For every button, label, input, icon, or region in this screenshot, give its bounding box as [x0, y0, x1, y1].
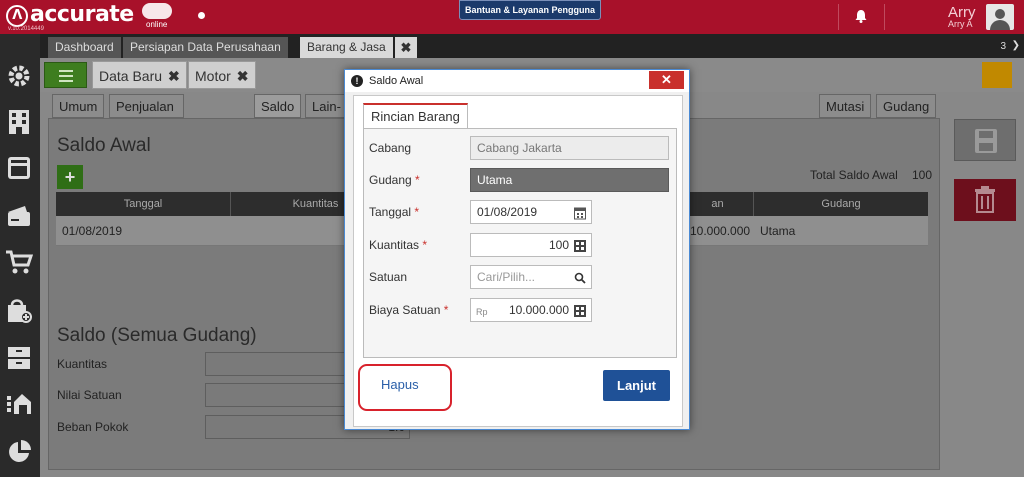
satuan-placeholder: Cari/Pilih...: [477, 270, 536, 284]
column-header-gudang: Gudang: [821, 198, 861, 210]
dialog-title: Saldo Awal: [369, 75, 424, 87]
chevron-right-icon[interactable]: ❯: [1012, 40, 1020, 51]
close-button[interactable]: ✕: [649, 71, 684, 89]
avatar[interactable]: [986, 4, 1014, 30]
logo-mark-icon: Λ: [6, 5, 28, 27]
building-icon[interactable]: [5, 108, 33, 136]
tab-close-button[interactable]: ✖: [395, 37, 417, 58]
column-header-harga: an: [682, 192, 754, 216]
tab-count: 3: [1000, 41, 1006, 52]
lanjut-button[interactable]: Lanjut: [603, 370, 670, 401]
required-mark: *: [415, 173, 420, 187]
tab-umum[interactable]: Umum: [52, 94, 105, 118]
rincian-form: Cabang Cabang Jakarta Gudang * Utama Tan…: [363, 128, 677, 358]
calendar-icon[interactable]: [574, 205, 586, 220]
calculator-icon[interactable]: [574, 303, 586, 317]
logo-text: accurate: [30, 2, 134, 27]
label-text: Biaya Satuan: [369, 303, 441, 317]
section-title-saldo-awal: Saldo Awal: [57, 135, 151, 156]
required-mark: *: [414, 205, 420, 219]
required-mark: *: [422, 238, 428, 252]
label-satuan: Satuan: [369, 270, 408, 284]
satuan-search-input[interactable]: Cari/Pilih...: [470, 265, 592, 289]
info-icon: !: [351, 75, 363, 87]
divider: [838, 4, 839, 30]
wallet-icon[interactable]: [5, 202, 33, 230]
dialog-title-bar: ! Saldo Awal ✕: [345, 70, 689, 92]
subtab-label: Motor: [195, 68, 231, 84]
total-saldo-value: 100: [912, 168, 933, 182]
pie-chart-icon[interactable]: [5, 438, 33, 466]
version-label: v.10.2014449: [8, 26, 44, 32]
close-icon[interactable]: ✖: [237, 68, 249, 84]
biaya-satuan-input[interactable]: Rp 10.000.000: [470, 298, 592, 322]
kuantitas-value: 100: [548, 238, 569, 252]
cell-tanggal: 01/08/2019: [62, 224, 123, 238]
calculator-icon[interactable]: [574, 238, 586, 252]
cart-icon[interactable]: [5, 248, 34, 276]
label-kuantitas: Kuantitas: [57, 357, 108, 371]
hapus-button[interactable]: Hapus: [381, 377, 419, 392]
section-title-semua-gudang: Saldo (Semua Gudang): [57, 325, 257, 346]
cell-harga: 10.000.000: [690, 224, 751, 238]
required-mark: *: [443, 303, 449, 317]
list-button[interactable]: [44, 62, 87, 88]
sidebar: [0, 34, 40, 477]
tanggal-value: 01/08/2019: [477, 205, 538, 219]
cell-gudang: Utama: [760, 224, 796, 238]
label-gudang: Gudang *: [369, 173, 420, 187]
label-text: Tanggal: [369, 205, 412, 219]
tab-strip: Dashboard Persiapan Data Perusahaan Bara…: [40, 34, 1024, 58]
bell-icon[interactable]: [855, 9, 867, 23]
tab-mutasi[interactable]: Mutasi: [819, 94, 872, 118]
column-header-tanggal: Tanggal: [56, 192, 231, 216]
tab-barang-jasa[interactable]: Barang & Jasa: [300, 37, 394, 58]
saldo-awal-dialog: ! Saldo Awal ✕ Rincian Barang Cabang Cab…: [344, 69, 690, 430]
subtab-motor[interactable]: Motor ✖: [188, 61, 256, 89]
subtab-label: Data Baru: [99, 68, 163, 84]
warehouse-icon[interactable]: [5, 390, 33, 418]
tab-saldo[interactable]: Saldo: [254, 94, 302, 118]
currency-prefix: Rp: [476, 307, 488, 317]
tab-penjualan-pembelian[interactable]: Penjualan / Pembelian: [109, 94, 185, 162]
close-icon[interactable]: ✖: [168, 68, 180, 84]
tab-gudang[interactable]: Gudang: [876, 94, 937, 118]
label-kuantitas: Kuantitas *: [369, 238, 427, 252]
shopping-bag-icon[interactable]: [5, 296, 33, 324]
subtab-data-baru[interactable]: Data Baru ✖: [92, 61, 187, 89]
logo-subtitle: online: [146, 20, 168, 29]
status-dot-icon: [198, 12, 205, 19]
help-button[interactable]: Bantuan & Layanan Pengguna: [459, 0, 601, 20]
delete-button[interactable]: [954, 179, 1016, 221]
divider: [884, 4, 885, 30]
search-icon[interactable]: [574, 270, 586, 284]
label-beban-pokok: Beban Pokok: [57, 420, 129, 434]
lightbulb-icon[interactable]: [982, 62, 1012, 88]
save-button[interactable]: [954, 119, 1016, 161]
add-button[interactable]: +: [57, 165, 83, 189]
cabang-field: Cabang Jakarta: [470, 136, 669, 160]
tab-lain-lain[interactable]: Lain-l: [305, 94, 348, 138]
user-subname: Arry A: [948, 19, 973, 29]
biaya-satuan-value: 10.000.000: [508, 303, 569, 317]
label-text: Kuantitas: [369, 238, 420, 252]
label-cabang: Cabang: [369, 141, 412, 155]
cloud-icon: [142, 3, 172, 19]
settings-icon[interactable]: [5, 62, 33, 90]
label-biaya-satuan: Biaya Satuan *: [369, 303, 448, 317]
app-logo[interactable]: Λaccurate: [6, 2, 134, 27]
top-bar: Λaccurate online v.10.2014449 Bantuan & …: [0, 0, 1024, 34]
archive-icon[interactable]: [5, 344, 33, 372]
total-saldo-label: Total Saldo Awal: [810, 168, 898, 182]
tanggal-field[interactable]: 01/08/2019: [470, 200, 592, 224]
label-tanggal: Tanggal *: [369, 205, 419, 219]
ledger-icon[interactable]: [5, 154, 33, 182]
tab-dashboard[interactable]: Dashboard: [48, 37, 122, 58]
kuantitas-input[interactable]: 100: [470, 233, 592, 257]
label-nilai-satuan: Nilai Satuan: [57, 388, 122, 402]
tab-rincian-barang[interactable]: Rincian Barang: [363, 103, 468, 129]
tab-persiapan-data[interactable]: Persiapan Data Perusahaan: [123, 37, 289, 58]
gudang-field[interactable]: Utama: [470, 168, 669, 192]
label-text: Gudang: [369, 173, 412, 187]
